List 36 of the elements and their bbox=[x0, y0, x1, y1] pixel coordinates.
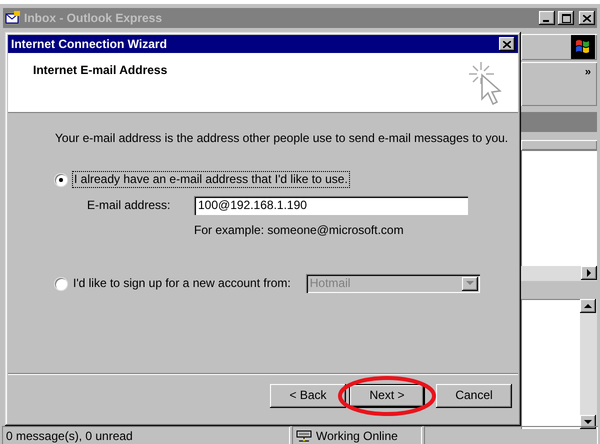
minimize-button[interactable] bbox=[539, 11, 555, 25]
close-icon bbox=[503, 40, 511, 48]
scroll-up-button[interactable] bbox=[580, 299, 596, 313]
right-arrow-icon bbox=[586, 269, 592, 277]
field-label: E-mail address: bbox=[87, 198, 172, 212]
vertical-scrollbar[interactable] bbox=[580, 299, 597, 429]
dialog-title: Internet Connection Wizard bbox=[11, 36, 167, 52]
scroll-down-button[interactable] bbox=[580, 415, 596, 429]
network-icon bbox=[296, 430, 312, 442]
app-icon bbox=[5, 11, 21, 25]
dropdown-value: Hotmail bbox=[310, 276, 350, 291]
close-icon bbox=[583, 14, 591, 22]
window-title: Inbox - Outlook Express bbox=[24, 10, 162, 26]
status-text: 0 message(s), 0 unread bbox=[2, 426, 290, 444]
close-button[interactable] bbox=[499, 37, 515, 51]
radio-button[interactable] bbox=[55, 174, 67, 186]
option-label[interactable]: I already have an e-mail address that I'd like to use. bbox=[73, 172, 349, 187]
connection-text: Working Online bbox=[316, 428, 398, 444]
maximize-button[interactable] bbox=[558, 11, 574, 25]
example-text: For example: someone@microsoft.com bbox=[194, 222, 405, 238]
down-arrow-icon bbox=[584, 420, 592, 424]
back-button[interactable]: < Back bbox=[270, 384, 346, 408]
close-button[interactable] bbox=[579, 11, 595, 25]
windows-logo-icon bbox=[571, 35, 595, 59]
scroll-right-button[interactable] bbox=[581, 266, 597, 280]
intro-text: Your e-mail address is the address other people use to send e-mail messages to you. bbox=[55, 131, 510, 146]
overflow-chevron[interactable]: » bbox=[584, 66, 591, 102]
up-arrow-icon bbox=[584, 304, 592, 308]
horizontal-scrollbar[interactable] bbox=[521, 266, 597, 281]
radio-button[interactable] bbox=[55, 278, 67, 290]
cancel-button[interactable]: Cancel bbox=[436, 384, 512, 408]
email-field[interactable]: 100@192.168.1.190 bbox=[194, 196, 468, 215]
option-label[interactable]: I'd like to sign up for a new account from: bbox=[73, 276, 291, 291]
maximize-icon bbox=[562, 14, 570, 22]
next-button[interactable]: Next > bbox=[349, 384, 425, 408]
page-heading: Internet E-mail Address bbox=[33, 63, 168, 79]
